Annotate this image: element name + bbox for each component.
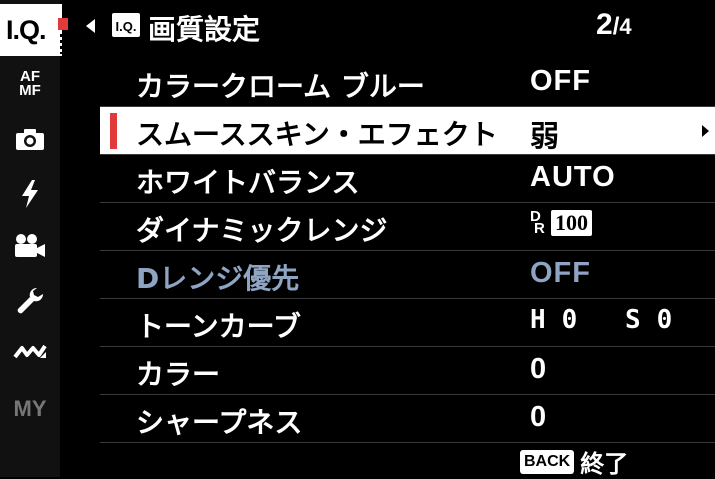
wireless-icon (13, 344, 47, 359)
menu-item-value: 100 (551, 210, 592, 236)
menu-item-label: カラー (136, 358, 221, 391)
footer-hint: BACK 終了 (520, 444, 628, 479)
menu-item-value: 0 (530, 353, 548, 385)
chevron-right-icon (702, 125, 709, 137)
tab-iq-label: I.Q. (6, 15, 47, 45)
tab-shooting[interactable] (0, 127, 60, 151)
page-indicator: 2/4 (596, 8, 632, 42)
tab-image-quality[interactable]: I.Q. (0, 4, 68, 56)
menu-item-smooth-skin-effect[interactable]: スムーススキン・エフェクト 弱 (100, 107, 715, 155)
menu-item-d-range-priority[interactable]: Dレンジ優先 OFF (100, 251, 715, 299)
menu-item-color-chrome-blue[interactable]: カラークローム ブルー OFF (100, 59, 715, 107)
menu-item-value: 弱 (530, 121, 561, 153)
menu-item-label: ダイナミックレンジ (136, 214, 388, 247)
menu-item-label: スムーススキン・エフェクト (136, 118, 498, 151)
tab-flash[interactable] (0, 179, 60, 209)
tab-af-mf[interactable]: AF MF (0, 69, 60, 99)
tab-connection[interactable] (0, 343, 60, 363)
flash-icon (22, 180, 38, 208)
mf-label: MF (19, 82, 41, 99)
menu-item-label: ホワイトバランス (136, 166, 360, 199)
sidebar: I.Q. AF MF MY (0, 0, 68, 477)
exit-label: 終了 (580, 450, 629, 478)
menu-item-value: AUTO (530, 161, 616, 193)
page-total: 4 (619, 14, 632, 39)
menu-item-value: 0 (530, 401, 548, 433)
menu-item-label: カラークローム ブルー (136, 70, 425, 103)
camera-icon (16, 129, 44, 150)
tab-movie[interactable] (0, 233, 60, 259)
menu-item-tone-curve[interactable]: トーンカーブ H0 S0 (100, 299, 715, 347)
menu-item-value: OFF (530, 257, 591, 289)
menu-item-color[interactable]: カラー 0 (100, 347, 715, 395)
wrench-icon (17, 287, 44, 314)
menu-item-sharpness[interactable]: シャープネス 0 (100, 395, 715, 443)
menu-item-value: H0 S0 (530, 305, 689, 335)
tab-scroll-indicator (60, 34, 64, 54)
menu-item-dynamic-range[interactable]: ダイナミックレンジ DR 100 (100, 203, 715, 251)
menu-item-label: シャープネス (136, 406, 303, 439)
menu-item-white-balance[interactable]: ホワイトバランス AUTO (100, 155, 715, 203)
menu-list: カラークローム ブルー OFF スムーススキン・エフェクト 弱 ホワイトバランス… (100, 59, 715, 443)
tab-my-menu[interactable]: MY (0, 396, 60, 422)
menu-item-label: トーンカーブ (136, 310, 301, 343)
active-tab-marker (58, 18, 68, 30)
tab-setup[interactable] (0, 286, 60, 316)
menu-item-value: OFF (530, 65, 591, 97)
header-iq-badge: I.Q. (112, 13, 140, 37)
selection-accent-bar (110, 113, 117, 149)
page-current: 2 (596, 8, 613, 41)
page-title: 画質設定 (148, 13, 261, 46)
dynamic-range-value: DR 100 (530, 208, 592, 237)
movie-camera-icon (15, 234, 45, 257)
menu-item-label: Dレンジ優先 (136, 262, 300, 295)
my-menu-label: MY (13, 396, 47, 421)
chevron-left-icon (86, 19, 95, 33)
back-button-badge[interactable]: BACK (520, 449, 575, 474)
dr-icon: DR (530, 208, 546, 237)
